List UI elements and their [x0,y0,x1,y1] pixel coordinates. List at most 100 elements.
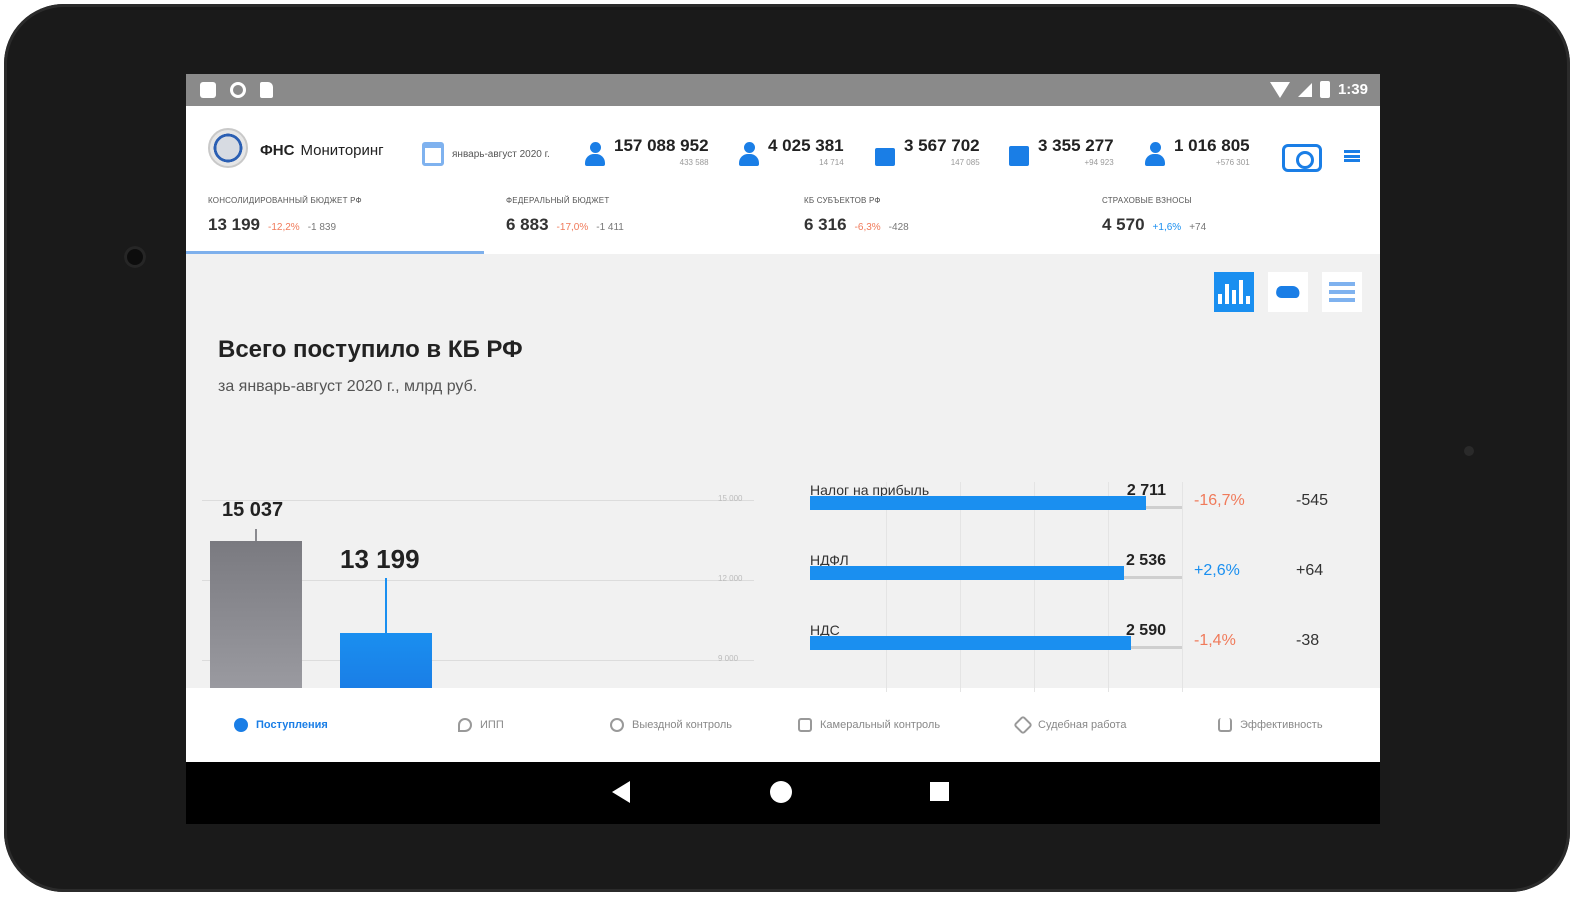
bar-chart-icon [1218,280,1250,304]
tax-percent-change: +2,6% [1194,562,1240,579]
tax-abs-change: -545 [1296,492,1329,509]
nav-field-audit[interactable]: Выездной контроль [610,718,732,732]
table-view-button[interactable] [1322,272,1362,312]
nav-revenue[interactable]: Поступления [234,718,328,732]
bar-chart-view-button[interactable] [1214,272,1254,312]
tax-breakdown-row[interactable]: НДС 2 590 [810,622,1182,692]
person-icon [584,142,606,168]
nav-label: Выездной контроль [632,719,733,731]
status-bar: 1:39 [186,74,1380,106]
revenue-icon [234,718,248,732]
tab-federal-budget[interactable]: ФЕДЕРАЛЬНЫЙ БЮДЖЕТ 6 883 -17,0% -1 411 [484,190,782,254]
stat-value: 3 567 702 [904,136,980,155]
stat-value: 157 088 952 [614,136,709,155]
vertical-gridline [1182,482,1183,692]
tab-abs-change: -1 411 [596,222,624,233]
map-view-button[interactable] [1268,272,1308,312]
home-icon[interactable] [770,781,792,803]
revenue-bar[interactable] [210,541,302,688]
tax-percent-change: -16,7% [1194,492,1245,509]
revenue-bar[interactable] [340,633,432,688]
efficiency-chart-icon [1218,718,1232,732]
sensor-dot [1464,446,1474,456]
grid-label: 9 000 [718,654,739,663]
tab-value: 6 316 [804,215,847,234]
stat-taxpayers[interactable]: 157 088 952 433 588 [584,136,709,168]
tax-bar [810,496,1146,510]
battery-icon [1319,81,1330,98]
camera-icon[interactable] [1282,144,1322,172]
stat-value: 4 025 381 [768,136,844,155]
signal-icon [1297,82,1312,97]
list-icon [1329,282,1355,302]
tax-breakdown-row[interactable]: Налог на прибыль 2 711 [810,482,1182,552]
factory-icon [874,142,896,168]
tax-abs-change: +64 [1296,562,1324,579]
stat-property[interactable]: 3 355 277 +94 923 [1008,136,1114,168]
tab-regional-budget[interactable]: КБ СУБЪЕКТОВ РФ 6 316 -6,3% -428 [782,190,1080,254]
menu-icon[interactable] [1344,150,1360,162]
recent-apps-icon[interactable] [930,782,949,801]
tab-percent: -17,0% [556,222,589,233]
nav-desk-audit[interactable]: Камеральный контроль [798,718,940,732]
back-icon[interactable] [612,781,630,803]
tab-percent: -6,3% [854,222,881,233]
tab-abs-change: -428 [888,222,909,233]
grid-label: 15 000 [718,494,743,503]
front-camera [124,246,146,268]
budget-tabs: КОНСОЛИДИРОВАННЫЙ БЮДЖЕТ РФ 13 199 -12,2… [186,190,1380,254]
gridline [202,500,754,501]
tax-breakdown-row[interactable]: НДФЛ 2 536 [810,552,1182,622]
tab-insurance-contributions[interactable]: СТРАХОВЫЕ ВЗНОСЫ 4 570 +1,6% +74 [1080,190,1378,254]
app-header: ФНС Мониторинг январь-август 2020 г. 157 … [186,106,1380,190]
tab-value: 6 883 [506,215,549,234]
stat-self-employed[interactable]: 1 016 805 +576 301 [1144,136,1250,168]
nav-label: Эффективность [1240,719,1323,731]
chart-subtitle: за январь-август 2020 г., млрд руб. [218,378,478,395]
tab-abs-change: +74 [1189,222,1207,233]
location-pin-icon [458,718,472,732]
stat-change: +576 301 [1216,158,1250,167]
tab-value: 4 570 [1102,215,1145,234]
tab-title: СТРАХОВЫЕ ВЗНОСЫ [1102,196,1192,205]
tax-bar [810,566,1124,580]
bar-value-label: 15 037 [222,499,284,521]
nav-label: Поступления [256,719,328,731]
stat-organizations[interactable]: 3 567 702 147 085 [874,136,980,168]
wifi-icon [1269,81,1290,98]
tab-percent: -12,2% [268,222,300,233]
status-time: 1:39 [1337,81,1368,98]
period-selector[interactable]: январь-август 2020 г. [422,142,550,166]
stat-change: 433 588 [679,158,709,167]
nav-label: Судебная работа [1038,719,1127,731]
tax-bar [810,636,1131,650]
bar-connector [385,578,387,634]
stat-value: 1 016 805 [1174,136,1250,155]
tab-consolidated-budget[interactable]: КОНСОЛИДИРОВАННЫЙ БЮДЖЕТ РФ 13 199 -12,2… [186,190,484,254]
stat-change: +94 923 [1084,158,1114,167]
businessman-icon [738,142,760,168]
document-icon [798,718,812,732]
tax-value: 2 536 [1125,552,1166,569]
tab-percent: +1,6% [1152,222,1182,233]
stat-entrepreneurs[interactable]: 4 025 381 14 714 [738,136,844,168]
user-settings-icon [1144,142,1166,168]
nav-label: Камеральный контроль [820,719,941,731]
tax-value: 2 590 [1125,622,1166,639]
chart-title: Всего поступило в КБ РФ [218,336,523,363]
stat-change: 14 714 [819,158,844,167]
nav-ipp[interactable]: ИПП [458,718,504,732]
nav-court-work[interactable]: Судебная работа [1013,715,1127,735]
building-icon [1008,142,1030,168]
notification-icon [200,82,216,98]
brand-title: ФНС Мониторинг [260,142,384,159]
tab-title: КБ СУБЪЕКТОВ РФ [804,196,881,205]
brand-rest: Мониторинг [300,142,384,159]
tab-abs-change: -1 839 [307,222,337,233]
brand-bold: ФНС [260,142,295,159]
app-screen: 1:39 ФНС Мониторинг январь-август 2020 г.… [186,74,1380,824]
period-text: январь-август 2020 г. [452,148,550,160]
nav-label: ИПП [480,719,504,731]
nav-efficiency[interactable]: Эффективность [1218,718,1323,732]
stat-value: 3 355 277 [1038,136,1114,155]
